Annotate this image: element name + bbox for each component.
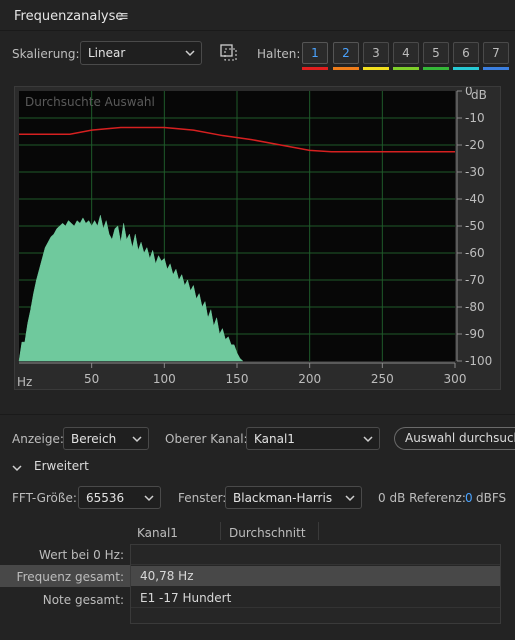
divider <box>0 414 515 415</box>
panel-menu-icon[interactable]: ≡ <box>118 9 129 24</box>
reference-unit: dBFS <box>476 491 507 505</box>
frequency-graph[interactable]: 0 -10 -20 -30 -40 -50 -60 -70 -80 -90 -100 50 100 15… <box>14 86 501 390</box>
table-row[interactable]: 40,78 Hz <box>131 566 500 586</box>
x-tick-label: 50 <box>84 372 99 386</box>
display-value: Bereich <box>71 431 117 446</box>
channel-dropdown[interactable]: Kanal1 <box>246 427 380 450</box>
scan-selection-button[interactable]: Auswahl durchsuchen <box>394 427 515 450</box>
channel-label: Oberer Kanal: <box>165 432 248 446</box>
table-row[interactable]: E1 -17 Hundert <box>131 588 500 608</box>
row-label: Frequenz gesamt: <box>16 570 124 584</box>
hold-color-bar <box>302 67 328 70</box>
y-tick-label: -90 <box>465 327 485 341</box>
chevron-down-icon <box>185 46 195 60</box>
x-tick-label: 150 <box>226 372 249 386</box>
y-tick-label: -60 <box>465 246 485 260</box>
x-tick-label: 300 <box>444 372 467 386</box>
y-tick-label: -70 <box>465 273 485 287</box>
window-label: Fenster: <box>178 491 227 505</box>
reference-value[interactable]: 0 <box>465 491 473 505</box>
hold-color-bar <box>453 67 479 70</box>
results-table: 40,78 Hz E1 -17 Hundert <box>130 544 501 624</box>
scale-label: Skalierung: <box>12 47 80 61</box>
hold-button[interactable]: 2 <box>333 42 359 64</box>
chevron-down-icon <box>363 432 373 446</box>
x-unit-label: Hz <box>17 375 32 389</box>
divider <box>0 30 515 31</box>
y-tick-label: -20 <box>465 138 485 152</box>
column-divider <box>220 522 221 540</box>
reference-label: 0 dB Referenz: <box>378 491 466 505</box>
panel-title: Frequenzanalyse <box>14 9 124 24</box>
display-dropdown[interactable]: Bereich <box>63 427 149 450</box>
hold-color-bar <box>333 67 359 70</box>
channel-value: Kanal1 <box>254 431 295 446</box>
scale-value: Linear <box>88 46 126 60</box>
hold-button[interactable]: 7 <box>483 42 509 64</box>
advanced-section-label[interactable]: Erweitert <box>34 459 89 473</box>
window-dropdown[interactable]: Blackman-Harris <box>225 486 362 509</box>
fft-size-label: FFT-Größe: <box>12 491 77 505</box>
fft-size-dropdown[interactable]: 65536 <box>78 486 161 509</box>
hold-color-bar <box>393 67 419 70</box>
display-label: Anzeige: <box>12 432 64 446</box>
hold-button[interactable]: 6 <box>453 42 479 64</box>
chevron-down-icon[interactable] <box>12 461 22 475</box>
hold-button[interactable]: 3 <box>363 42 389 64</box>
hold-button[interactable]: 5 <box>423 42 449 64</box>
row-label: Note gesamt: <box>42 593 124 607</box>
overlay-label: Durchsuchte Auswahl <box>25 95 155 109</box>
x-tick-label: 100 <box>153 372 176 386</box>
chevron-down-icon <box>345 491 355 505</box>
y-tick-label: -10 <box>465 111 485 125</box>
hold-label: Halten: <box>257 47 301 61</box>
table-row[interactable] <box>131 545 500 565</box>
scale-dropdown[interactable]: Linear <box>80 41 202 65</box>
hold-button[interactable]: 1 <box>302 42 328 64</box>
x-tick-label: 200 <box>298 372 321 386</box>
y-tick-label: -80 <box>465 300 485 314</box>
column-header-kanal1[interactable]: Kanal1 <box>137 526 178 540</box>
fft-size-value: 65536 <box>86 490 125 505</box>
chevron-down-icon <box>132 432 142 446</box>
row-label: Wert bei 0 Hz: <box>39 548 124 562</box>
scan-selection-label: Auswahl durchsuchen <box>405 431 515 445</box>
column-divider <box>318 522 319 540</box>
y-tick-label: -30 <box>465 165 485 179</box>
x-tick-label: 250 <box>371 372 394 386</box>
table-cell: 40,78 Hz <box>140 569 194 583</box>
hold-button[interactable]: 4 <box>393 42 419 64</box>
y-tick-label: -50 <box>465 219 485 233</box>
y-tick-label: -100 <box>465 354 492 368</box>
hold-color-bar <box>423 67 449 70</box>
y-unit-label: dB <box>471 88 487 102</box>
column-header-average[interactable]: Durchschnitt <box>229 526 306 540</box>
frequency-chart: 0-10-20-30-40-50-60-70-80-90-100 50 100 15… <box>17 87 492 389</box>
chevron-down-icon <box>144 491 154 505</box>
hold-color-bar <box>363 67 389 70</box>
window-value: Blackman-Harris <box>233 490 333 505</box>
hold-color-bar <box>483 67 509 70</box>
table-cell: E1 -17 Hundert <box>140 591 232 605</box>
snapshot-icon[interactable] <box>220 44 238 65</box>
y-tick-label: -40 <box>465 192 485 206</box>
